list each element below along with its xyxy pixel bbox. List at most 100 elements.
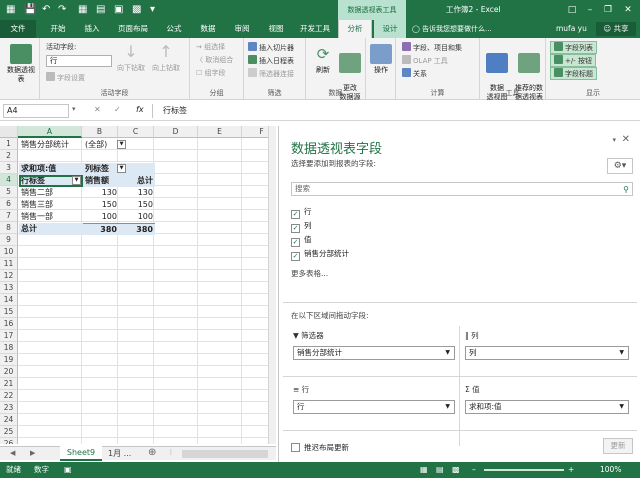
more-tables-link[interactable]: 更多表格... <box>291 268 328 279</box>
customize-qat-icon[interactable]: ▾ <box>150 3 155 17</box>
restore-icon[interactable]: ❐ <box>600 0 616 20</box>
row-header-13[interactable]: 13 <box>0 282 18 294</box>
pivot-row-label[interactable]: 销售二部 <box>19 187 83 199</box>
field-item[interactable]: ✓ 值 <box>291 234 312 247</box>
user-name[interactable]: mufa yu <box>556 20 587 38</box>
defer-checkbox-box[interactable] <box>291 443 300 452</box>
row-header-23[interactable]: 23 <box>0 402 18 414</box>
pane-close-icon[interactable]: ✕ <box>622 134 630 145</box>
save-icon[interactable]: 💾 <box>24 3 36 17</box>
row-header-5[interactable]: 5 <box>0 186 18 198</box>
pivot-row-label[interactable]: 销售一部 <box>19 211 83 223</box>
row-header-2[interactable]: 2 <box>0 150 18 162</box>
horizontal-scrollbar[interactable] <box>182 450 268 458</box>
row-header-18[interactable]: 18 <box>0 342 18 354</box>
buttons-toggle[interactable]: +/- 按钮 <box>550 54 596 67</box>
row-header-9[interactable]: 9 <box>0 234 18 246</box>
sheet-tab-sheet9[interactable]: Sheet9 <box>60 446 102 461</box>
insert-timeline-button[interactable]: 插入日程表 <box>248 55 294 66</box>
field-checkbox[interactable]: ✓ <box>291 252 300 261</box>
columns-field-dropdown[interactable]: 列 ▼ <box>465 346 629 360</box>
gear-icon[interactable]: ⚙▾ <box>607 158 633 174</box>
defer-update-checkbox[interactable]: 推迟布局更新 <box>291 442 349 453</box>
close-icon[interactable]: ✕ <box>620 0 636 20</box>
column-header-a[interactable]: A <box>18 126 82 138</box>
zoom-in-icon[interactable]: + <box>568 462 574 478</box>
quick-access-icon[interactable]: ▦ <box>78 3 87 17</box>
tab-data[interactable]: 数据 <box>192 20 224 38</box>
column-header-b[interactable]: B <box>82 126 118 138</box>
tab-design[interactable]: 设计 <box>374 20 406 38</box>
field-item[interactable]: ✓ 销售分部统计 <box>291 248 349 261</box>
pivot-row-value[interactable]: 130 <box>83 187 119 199</box>
row-header-14[interactable]: 14 <box>0 294 18 306</box>
row-header-19[interactable]: 19 <box>0 354 18 366</box>
name-box-dropdown-icon[interactable]: ▾ <box>72 105 76 113</box>
zoom-level[interactable]: 100% <box>600 462 621 478</box>
name-box[interactable]: A4 <box>3 104 69 118</box>
pivot-row-value[interactable]: 150 <box>83 199 119 211</box>
relationships-button[interactable]: 关系 <box>402 68 427 79</box>
row-header-21[interactable]: 21 <box>0 378 18 390</box>
field-checkbox[interactable]: ✓ <box>291 224 300 233</box>
sheet-tab-jan[interactable]: 1月 ... <box>108 448 131 459</box>
row-header-11[interactable]: 11 <box>0 258 18 270</box>
zoom-out-icon[interactable]: – <box>472 462 476 478</box>
field-search-input[interactable]: 搜索 ⚲ <box>291 182 633 196</box>
column-labels-dropdown-icon[interactable]: ▼ <box>117 164 126 173</box>
more-sheets-icon[interactable]: ⋮ <box>168 449 174 456</box>
formula-input[interactable]: 行标签 <box>152 104 636 118</box>
column-header-d[interactable]: D <box>154 126 198 138</box>
column-header-c[interactable]: C <box>118 126 154 138</box>
filter-connections-button[interactable]: 筛选器连接 <box>248 68 294 79</box>
active-field-input[interactable]: 行 <box>46 55 112 67</box>
minimize-icon[interactable]: – <box>582 0 598 20</box>
select-all-corner[interactable] <box>0 126 18 138</box>
field-headers-toggle[interactable]: 字段标题 <box>550 67 597 80</box>
tab-page-layout[interactable]: 页面布局 <box>110 20 156 38</box>
row-header-7[interactable]: 7 <box>0 210 18 222</box>
undo-icon[interactable]: ↶ <box>42 3 50 17</box>
row-labels-dropdown-icon[interactable]: ▼ <box>72 176 81 185</box>
values-field-dropdown[interactable]: 求和项:值 ▼ <box>465 400 629 414</box>
zoom-slider[interactable] <box>484 469 564 471</box>
row-header-24[interactable]: 24 <box>0 414 18 426</box>
total-value[interactable]: 380 <box>83 223 119 235</box>
tab-insert[interactable]: 插入 <box>76 20 108 38</box>
row-header-17[interactable]: 17 <box>0 330 18 342</box>
row-header-10[interactable]: 10 <box>0 246 18 258</box>
row-header-1[interactable]: 1 <box>0 138 18 150</box>
field-settings-button[interactable]: 字段设置 <box>46 72 85 83</box>
redo-icon[interactable]: ↷ <box>58 3 66 17</box>
cell-a1[interactable]: 销售分部统计 <box>19 139 83 151</box>
pivot-row-total[interactable]: 100 <box>119 211 155 223</box>
row-header-16[interactable]: 16 <box>0 318 18 330</box>
grand-total[interactable]: 380 <box>119 223 155 235</box>
field-item[interactable]: ✓ 列 <box>291 220 312 233</box>
prev-sheet-icon[interactable]: ◀ <box>10 449 15 457</box>
row-header-4[interactable]: 4 <box>0 174 18 186</box>
insert-slicer-button[interactable]: 插入切片器 <box>248 42 294 53</box>
tab-formulas[interactable]: 公式 <box>158 20 190 38</box>
field-checkbox[interactable]: ✓ <box>291 238 300 247</box>
refresh-button[interactable]: ⟳ 刷新 <box>310 44 336 75</box>
pivot-table-button[interactable]: 数据透视表 <box>4 44 38 84</box>
field-checkbox[interactable]: ✓ <box>291 210 300 219</box>
worksheet-grid[interactable]: ABCDEF 1 2 3 4 5 6 7 8 9 10 11 12 13 14 15 16 17 18 19 20 21… <box>0 126 276 444</box>
quick-access-icon-4[interactable]: ▩ <box>132 3 141 17</box>
pane-options-icon[interactable]: ▾ <box>612 136 616 144</box>
tab-view[interactable]: 视图 <box>260 20 292 38</box>
fields-items-sets-button[interactable]: 字段、项目和集 <box>402 42 462 53</box>
ribbon-display-icon[interactable]: □ <box>564 0 580 20</box>
tell-me-search[interactable]: ◯ 告诉我您想要做什么... <box>412 20 492 38</box>
actions-button[interactable]: 操作 <box>369 44 393 75</box>
column-header-e[interactable]: E <box>198 126 242 138</box>
quick-access-icon-2[interactable]: ▤ <box>96 3 105 17</box>
cell-a3[interactable]: 求和项:值 <box>19 163 83 175</box>
ungroup-button[interactable]: 〈 取消组合 <box>196 55 233 65</box>
row-header-20[interactable]: 20 <box>0 366 18 378</box>
tab-developer[interactable]: 开发工具 <box>294 20 336 38</box>
pivot-row-label[interactable]: 销售三部 <box>19 199 83 211</box>
row-header-3[interactable]: 3 <box>0 162 18 174</box>
pivot-row-total[interactable]: 150 <box>119 199 155 211</box>
